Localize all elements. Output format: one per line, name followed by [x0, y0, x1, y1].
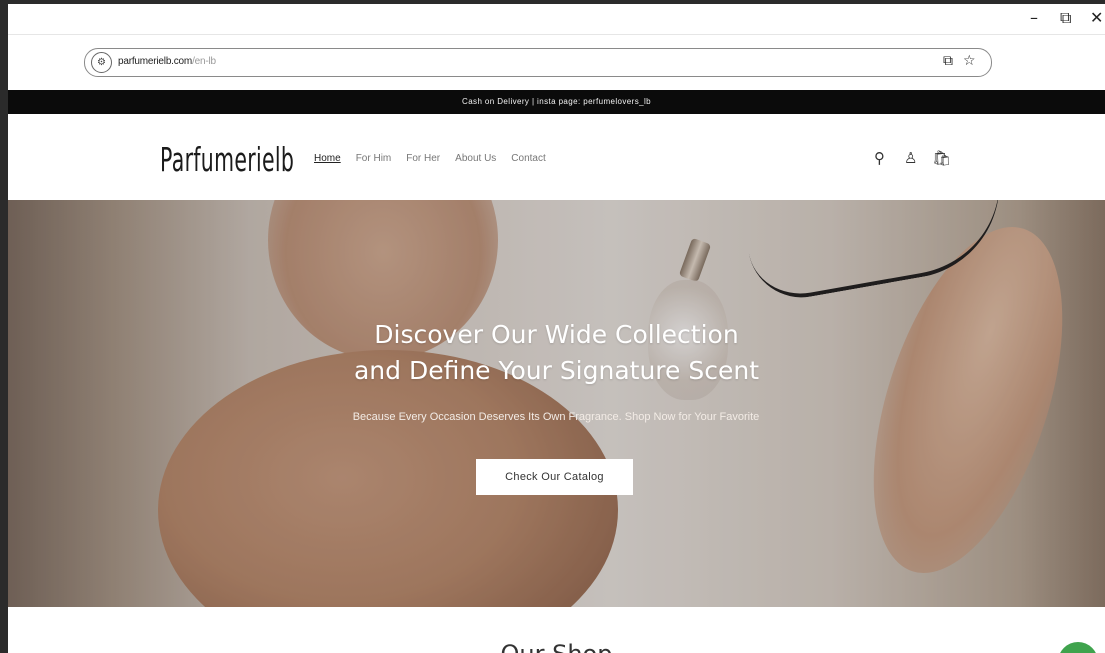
cart-icon[interactable]: 🛍 — [932, 149, 951, 167]
main-nav: Home For Him For Her About Us Contact — [314, 153, 546, 164]
nav-about-us[interactable]: About Us — [455, 153, 496, 164]
nav-for-him[interactable]: For Him — [356, 153, 392, 164]
url-path: /en-lb — [192, 56, 216, 67]
site-header: Parfumerielb Home For Him For Her About … — [8, 114, 1105, 201]
hero-banner: Discover Our Wide Collection and Define … — [8, 200, 1105, 607]
address-bar[interactable]: ⚙ parfumerielb.com/en-lb ⧉ ☆ — [84, 48, 992, 77]
close-icon[interactable]: ✕ — [1090, 8, 1103, 27]
maximize-icon[interactable]: ⧉ — [1060, 8, 1071, 28]
site-logo[interactable]: Parfumerielb — [160, 140, 294, 179]
url-text[interactable]: parfumerielb.com/en-lb — [118, 56, 216, 67]
nav-for-her[interactable]: For Her — [406, 153, 440, 164]
browser-window: – ⧉ ✕ ⚙ parfumerielb.com/en-lb ⧉ ☆ Cash … — [8, 4, 1105, 653]
bookmark-star-icon[interactable]: ☆ — [963, 53, 976, 69]
hero-title: Discover Our Wide Collection and Define … — [8, 317, 1105, 389]
minimize-icon[interactable]: – — [1030, 8, 1038, 27]
url-domain: parfumerielb.com — [118, 56, 193, 67]
announcement-text: Cash on Delivery | insta page: perfumelo… — [462, 97, 651, 106]
hero-title-line-1: Discover Our Wide Collection — [374, 320, 739, 349]
shop-section: Our Shop — [8, 607, 1105, 653]
announcement-bar: Cash on Delivery | insta page: perfumelo… — [8, 90, 1105, 114]
hero-overlay — [8, 200, 1105, 607]
search-icon[interactable]: ⚲ — [874, 149, 885, 167]
install-app-icon[interactable]: ⧉ — [943, 53, 953, 69]
shop-title: Our Shop — [8, 640, 1105, 653]
nav-home[interactable]: Home — [314, 153, 341, 164]
nav-contact[interactable]: Contact — [511, 153, 545, 164]
address-row: ⚙ parfumerielb.com/en-lb ⧉ ☆ — [8, 34, 1105, 90]
hero-title-line-2: and Define Your Signature Scent — [353, 356, 760, 385]
check-catalog-button[interactable]: Check Our Catalog — [476, 459, 633, 495]
title-bar: – ⧉ ✕ — [8, 4, 1105, 34]
account-icon[interactable]: ♙ — [904, 149, 917, 167]
hero-subtitle: Because Every Occasion Deserves Its Own … — [352, 411, 760, 423]
site-info-icon[interactable]: ⚙ — [91, 52, 112, 73]
